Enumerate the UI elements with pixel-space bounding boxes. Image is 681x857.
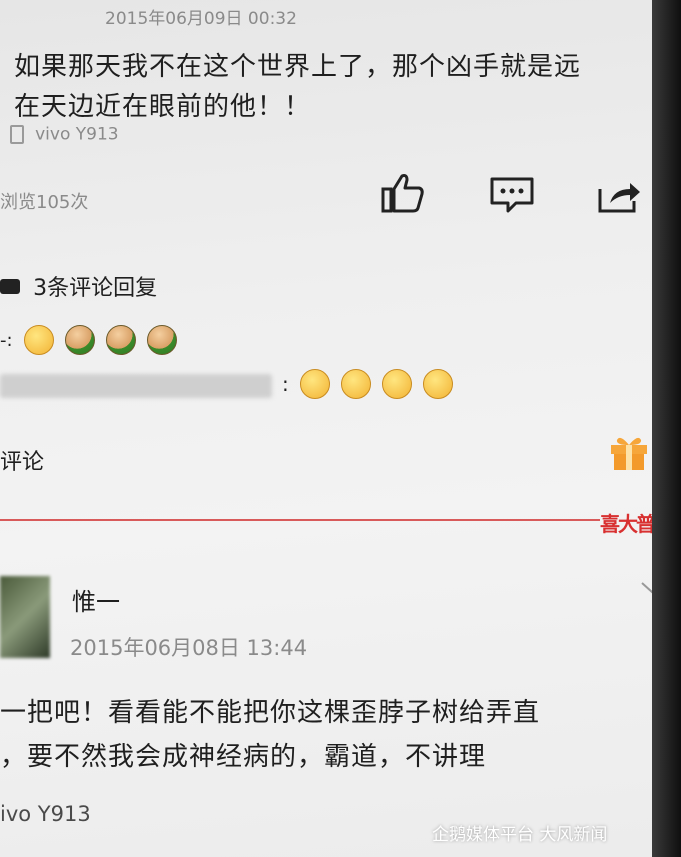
comments-header: 3条评论回复 [0,270,158,301]
thumbs-up-icon [381,174,424,213]
avatar[interactable] [0,576,50,658]
sleepy-emoji [299,369,330,399]
phone-icon [10,125,24,144]
reply-2: : [282,369,459,401]
post-content-line1: 如果那天我不在这个世界上了，那个凶手就是远 [14,52,582,82]
phone-bezel [652,0,681,857]
second-post-timestamp: 2015年06月08日 13:44 [70,636,308,660]
view-count: 浏览105次 [0,192,89,213]
sleepy-emoji [340,369,371,399]
sleepy-emoji [423,369,454,399]
red-divider [0,519,600,521]
second-post-content-line2: ，要不然我会成神经病的，霸道，不讲理 [0,742,487,772]
sleepy-emoji [23,325,54,355]
post-device: vivo Y913 [10,124,119,146]
farmer-emoji [64,325,95,355]
gift-icon [611,437,647,470]
farmer-emoji [105,325,136,355]
second-post-device: ivo Y913 [0,802,91,826]
comment-button[interactable] [488,175,536,215]
second-post-username[interactable]: 惟一 [72,582,120,617]
reply-1: -: [0,325,183,357]
share-icon [598,183,640,213]
second-post-content-line1: 一把吧！看看能不能把你这棵歪脖子树给弄直 [0,698,541,728]
farmer-emoji [146,325,177,355]
device-label: vivo Y913 [35,124,119,145]
phone-screen: 2015年06月09日 00:32 如果那天我不在这个世界上了，那个凶手就是远 … [0,0,652,857]
reply-1-prefix: -: [0,329,13,351]
comment-input[interactable]: 评论 [0,444,44,476]
banner-text: 喜大普 [600,512,652,536]
gift-button[interactable] [608,432,650,472]
post-timestamp: 2015年06月09日 00:32 [105,9,297,29]
sleepy-emoji [382,369,413,399]
post-content-line2: 在天边近在眼前的他！！ [14,92,312,122]
reply-2-suffix: : [282,372,289,396]
comments-count: 3条评论回复 [33,276,158,301]
share-button[interactable] [596,175,642,215]
watermark: 企鹅媒体平台 大风新闻 [432,825,608,845]
blurred-username [0,374,272,398]
comment-bubble-icon [0,278,20,294]
like-button[interactable] [380,172,426,214]
comment-icon [490,177,534,213]
chevron-down-icon[interactable] [640,580,652,600]
